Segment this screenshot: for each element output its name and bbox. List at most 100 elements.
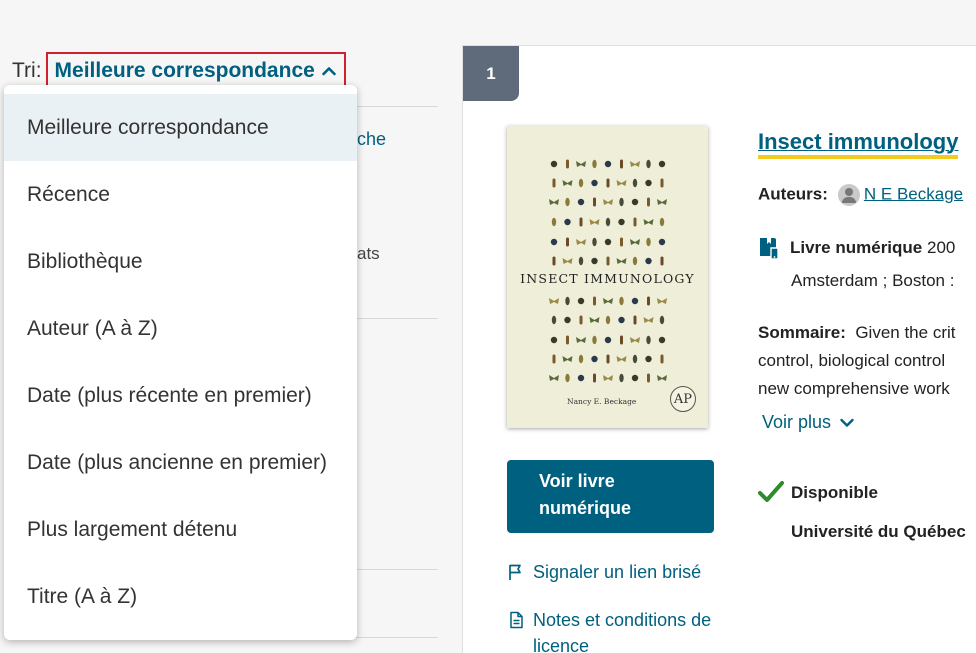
sort-option-title[interactable]: Titre (A à Z)	[4, 563, 357, 630]
chevron-down-icon	[840, 418, 854, 427]
cover-insect-mark	[552, 354, 556, 364]
cover-insect-mark	[550, 238, 558, 246]
cover-insect-mark	[620, 237, 623, 247]
holding-institution: Université du Québec	[791, 522, 966, 541]
sort-option-library[interactable]: Bibliothèque	[4, 228, 357, 295]
sort-option-recency[interactable]: Récence	[4, 161, 357, 228]
cover-insect-mark	[604, 238, 612, 246]
cover-insect-mark	[578, 256, 584, 266]
cover-insect-mark	[579, 217, 583, 227]
cover-insect-mark	[591, 179, 598, 187]
cover-insect-mark	[633, 217, 637, 227]
cover-insect-mark	[631, 198, 639, 206]
book-cover-image[interactable]: INSECT IMMUNOLOGY Nancy E. Beckage AP	[507, 126, 708, 428]
cover-insect-mark	[550, 160, 558, 168]
cover-title: INSECT IMMUNOLOGY	[520, 271, 695, 286]
cover-insect-mark	[630, 239, 640, 245]
authors-label: Auteurs:	[758, 184, 828, 204]
cover-insect-mark	[647, 197, 650, 207]
cover-insect-mark	[646, 159, 651, 169]
cover-insect-mark	[549, 298, 559, 304]
cover-insect-mark	[643, 219, 654, 225]
cover-insect-mark	[619, 296, 624, 306]
license-notes-link[interactable]: Notes et conditions de licence	[507, 607, 717, 653]
format-label: Livre numérique	[790, 238, 923, 257]
cover-insect-mark	[576, 161, 586, 167]
cover-insect-mark	[606, 178, 610, 188]
cover-insect-mark	[660, 178, 664, 188]
publication-year: 200	[927, 238, 956, 257]
cover-insect-mark	[658, 238, 666, 246]
summary-line-2: control, biological control	[758, 351, 946, 370]
cover-insect-mark	[657, 199, 667, 205]
cover-insect-mark	[632, 178, 638, 188]
report-broken-link[interactable]: Signaler un lien brisé	[507, 559, 701, 585]
cover-insect-mark	[658, 160, 666, 168]
cover-author: Nancy E. Beckage	[567, 397, 637, 406]
cover-insect-mark	[658, 336, 666, 344]
cover-insect-mark	[577, 374, 585, 382]
ebook-icon	[760, 238, 779, 260]
flag-icon	[509, 564, 521, 580]
cover-insect-mark	[647, 373, 650, 383]
cover-insect-mark	[566, 237, 569, 247]
cover-insect-mark	[565, 373, 570, 383]
cover-insect-mark	[578, 354, 584, 364]
cover-insect-mark	[633, 315, 637, 325]
sidebar-link-fragment[interactable]: che	[357, 129, 386, 150]
checkmark-icon	[758, 481, 784, 502]
sidebar-divider	[350, 637, 438, 638]
show-more-label: Voir plus	[762, 412, 832, 432]
sort-option-best-match[interactable]: Meilleure correspondance	[4, 94, 357, 161]
cover-insect-mark	[605, 315, 611, 325]
cover-insect-mark	[605, 217, 611, 227]
cover-insect-mark	[577, 198, 585, 206]
show-more-toggle[interactable]: Voir plus	[762, 412, 855, 433]
cover-insect-mark	[631, 297, 639, 305]
cover-insect-mark	[551, 217, 557, 227]
cover-insect-mark	[647, 296, 650, 306]
result-title-link[interactable]: Insect immunology	[758, 129, 959, 159]
sort-option-author[interactable]: Auteur (A à Z)	[4, 295, 357, 362]
cover-insect-mark	[552, 178, 556, 188]
cover-insect-mark	[566, 159, 569, 169]
cover-insect-mark	[632, 256, 638, 266]
cover-insect-mark	[618, 218, 625, 226]
cover-insect-mark	[616, 356, 627, 362]
sort-option-date-oldest[interactable]: Date (plus ancienne en premier)	[4, 429, 357, 496]
cover-insect-mark	[564, 316, 571, 324]
cover-insect-mark	[577, 297, 585, 305]
view-ebook-button[interactable]: Voir livre numérique	[507, 460, 714, 533]
sidebar-divider	[350, 318, 438, 319]
cover-insect-mark	[618, 316, 625, 324]
cover-insect-mark	[550, 336, 558, 344]
cover-insect-mark	[579, 315, 583, 325]
sidebar-text-fragment: ats	[357, 244, 380, 263]
summary-line-3: new comprehensive work	[758, 379, 950, 398]
cover-insect-mark	[645, 179, 652, 187]
cover-insect-mark	[604, 336, 612, 344]
sort-option-most-held[interactable]: Plus largement détenu	[4, 496, 357, 563]
summary-line-1: Given the crit	[855, 323, 956, 342]
cover-insect-mark	[566, 335, 569, 345]
chevron-up-icon	[322, 67, 336, 76]
cover-insect-mark	[616, 180, 627, 186]
cover-insect-mark	[660, 256, 664, 266]
cover-insect-mark	[549, 375, 559, 381]
cover-insect-mark	[565, 296, 570, 306]
cover-insect-mark	[606, 354, 610, 364]
cover-insect-mark	[549, 199, 559, 205]
cover-insect-mark	[645, 355, 652, 363]
cover-insect-mark	[645, 257, 652, 265]
sort-option-date-newest[interactable]: Date (plus récente en premier)	[4, 362, 357, 429]
summary-label: Sommaire:	[758, 323, 846, 342]
cover-insect-mark	[593, 197, 596, 207]
cover-insect-mark	[603, 375, 613, 381]
cover-insect-mark	[604, 160, 612, 168]
author-link[interactable]: N E Beckage	[864, 184, 963, 203]
cover-insect-mark	[578, 178, 584, 188]
cover-insect-mark	[620, 335, 623, 345]
authors-row: Auteurs: N E Beckage	[758, 184, 963, 206]
cover-insect-mark	[619, 373, 624, 383]
cover-insect-mark	[660, 354, 664, 364]
